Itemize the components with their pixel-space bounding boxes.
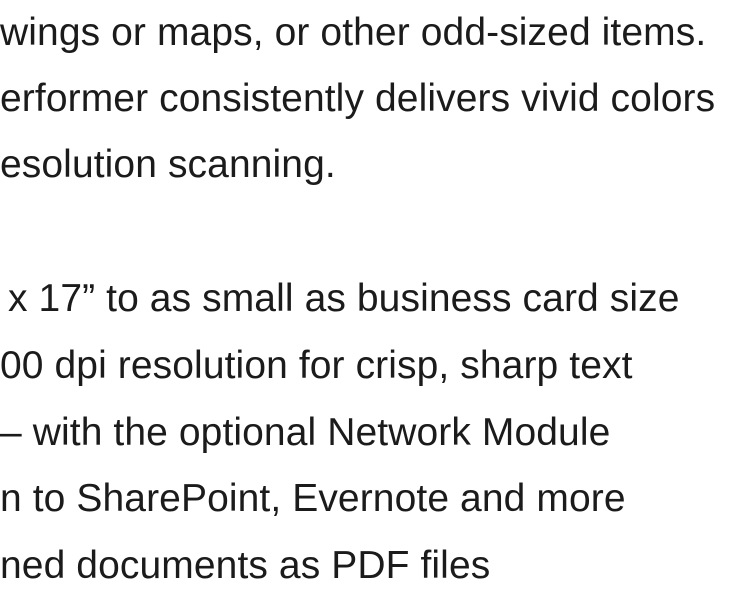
feature-line-2: 00 dpi resolution for crisp, sharp text xyxy=(0,344,633,387)
paragraph-line-2: erformer consistently delivers vivid col… xyxy=(0,77,716,120)
feature-line-5: ned documents as PDF files xyxy=(0,544,491,587)
feature-line-3: – with the optional Network Module xyxy=(0,411,611,454)
feature-line-4: n to SharePoint, Evernote and more xyxy=(0,477,626,520)
document-page: wings or maps, or other odd-sized items.… xyxy=(0,0,748,603)
paragraph-line-1: wings or maps, or other odd-sized items. xyxy=(0,11,707,54)
paragraph-line-3: esolution scanning. xyxy=(0,143,336,186)
feature-line-1: x 17” to as small as business card size xyxy=(8,277,680,320)
